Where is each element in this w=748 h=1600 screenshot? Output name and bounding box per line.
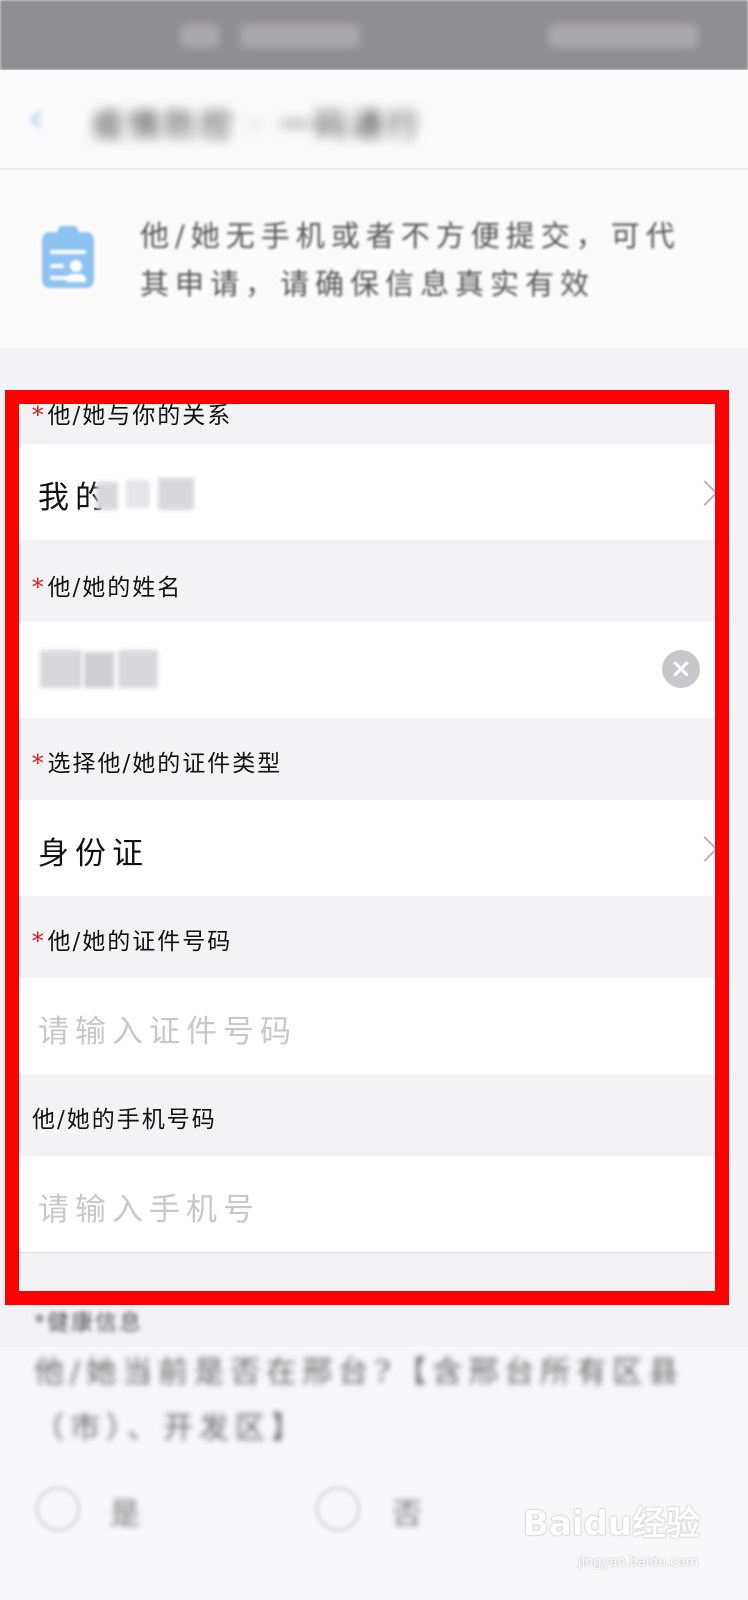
redacted-text: [84, 652, 114, 688]
back-icon[interactable]: ‹: [28, 96, 54, 140]
name-label: *他/她的姓名: [32, 575, 183, 601]
relation-select[interactable]: 我的: [18, 444, 730, 541]
name-input[interactable]: ×: [18, 622, 730, 719]
relation-label: *他/她与你的关系: [32, 403, 233, 429]
health-question: 他/她当前是否在邢台?【含邢台所有区县（市）、开发区】: [34, 1355, 685, 1446]
id-number-input[interactable]: 请输入证件号码: [18, 978, 730, 1075]
phone-label-row: 他/她的手机号码: [18, 1074, 730, 1156]
nav-bar: ‹ 疫情防控 · 一码通行: [0, 70, 748, 168]
phone-placeholder: 请输入手机号: [38, 1192, 260, 1228]
chevron-right-icon: [692, 480, 718, 506]
radio-no[interactable]: [316, 1487, 360, 1531]
chevron-right-icon: [692, 836, 718, 862]
redacted-text: [158, 478, 194, 510]
status-bar: [0, 0, 748, 70]
redacted-text: [118, 650, 158, 688]
radio-no-label: 否: [392, 1497, 422, 1532]
clear-icon[interactable]: ×: [662, 650, 700, 688]
health-section: *健康信息 他/她当前是否在邢台?【含邢台所有区县（市）、开发区】 是 否 Ba…: [0, 1305, 748, 1600]
redacted-text: [126, 480, 150, 508]
watermark-url: jingyan.baidu.com: [578, 1555, 698, 1570]
notice-card: 他/她无手机或者不方便提交，可代其申请，请确保信息真实有效: [0, 170, 748, 348]
radio-yes[interactable]: [36, 1487, 80, 1531]
clipboard-user-icon: [42, 226, 94, 288]
relation-label-row: *他/她与你的关系: [18, 390, 730, 444]
id-number-label: *他/她的证件号码: [32, 929, 233, 955]
health-label: *健康信息: [34, 1311, 144, 1336]
radio-yes-label: 是: [110, 1497, 140, 1532]
id-number-placeholder: 请输入证件号码: [38, 1014, 297, 1050]
id-type-label: *选择他/她的证件类型: [32, 751, 283, 777]
section-gap: [0, 348, 748, 390]
redacted-text: [40, 650, 82, 688]
redacted-text: [96, 482, 118, 510]
phone-input[interactable]: 请输入手机号: [18, 1156, 730, 1253]
id-number-label-row: *他/她的证件号码: [18, 896, 730, 978]
id-type-label-row: *选择他/她的证件类型: [18, 718, 730, 800]
notice-text: 他/她无手机或者不方便提交，可代其申请，请确保信息真实有效: [140, 219, 681, 301]
phone-label: 他/她的手机号码: [32, 1107, 217, 1133]
name-label-row: *他/她的姓名: [18, 540, 730, 622]
baidu-watermark: Baidu经验: [522, 1504, 700, 1544]
required-mark: *: [32, 403, 46, 429]
id-type-value: 身份证: [38, 836, 149, 872]
id-type-select[interactable]: 身份证: [18, 800, 730, 897]
page-title: 疫情防控 · 一码通行: [92, 106, 423, 144]
